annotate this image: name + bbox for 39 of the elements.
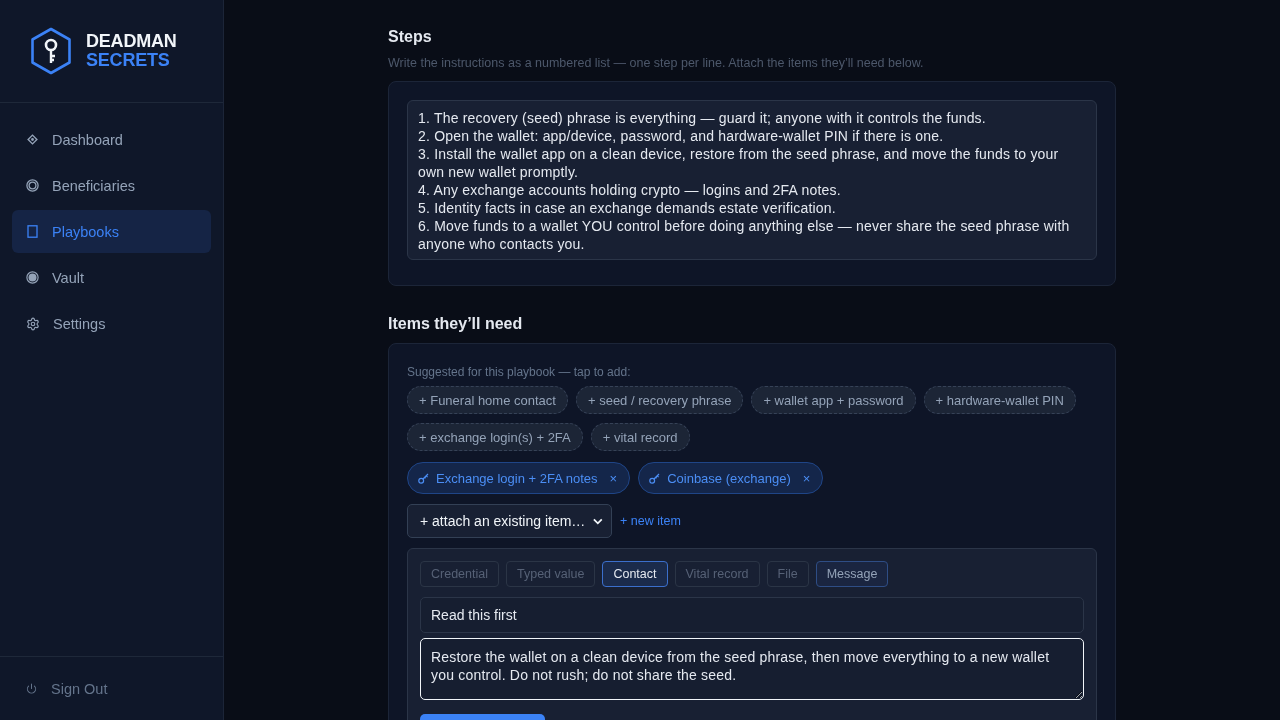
logo-text: SECRETS [86, 51, 171, 70]
key-icon [649, 472, 661, 484]
diamond-icon [26, 133, 39, 146]
chevron-down-icon [593, 517, 603, 525]
suggestion-chip[interactable]: + Funeral home contact [407, 386, 568, 414]
chip-label: Exchange login + 2FA notes [436, 470, 598, 486]
message-textarea[interactable]: Restore the wallet on a clean device from the seed phrase, then move everything to a new wallet you control. Do not rush; do not share the seed. [420, 638, 1084, 700]
section-title: Items they’ll need [388, 314, 524, 334]
title-input[interactable]: Read this first [420, 597, 1084, 633]
rings-icon [26, 179, 39, 192]
new-item-link[interactable]: + new item [620, 514, 681, 528]
steps-textarea[interactable]: 1. The recovery (seed) phrase is everything — guard it; anyone with it controls the funds. 2. Open the wallet: app/device, password, and hardware-wallet PIN if there is one. 3. Install the wallet app on a clean device, restore from the seed phrase, and move the funds to your own new wallet promptly. 4. Any exchange accounts holding crypto — logins and 2FA notes. 5. Identity facts in case an exchange demands estate verification. 6. Move funds to a wallet YOU control before doing anything else — never share the seed phrase with anyone who contacts you. [407, 100, 1097, 260]
chip-label: Coinbase (exchange) [667, 470, 791, 486]
settings-icon [26, 316, 40, 331]
suggestion-chip[interactable]: + wallet app + password [751, 386, 916, 414]
suggested-label: Suggested for this playbook — tap to add: [407, 364, 632, 380]
suggestion-chip[interactable]: + exchange login(s) + 2FA [407, 423, 583, 451]
logo-text: DEADMAN [86, 32, 177, 51]
remove-button[interactable]: × [800, 470, 813, 486]
section-hint: Write the instructions as a numbered list — one step per line. Attach the items they’ll need below. [388, 55, 925, 71]
nav-item[interactable]: Vault [12, 256, 211, 299]
key-icon [418, 472, 429, 484]
sign-out-link[interactable]: Sign Out [0, 656, 223, 720]
hexagon-key-logo [30, 27, 72, 75]
suggestion-chip[interactable]: + vital record [590, 423, 690, 451]
nav-item[interactable]: Settings [12, 302, 211, 345]
type-tab[interactable]: Message [815, 561, 889, 587]
filled-circle-icon [26, 271, 39, 284]
attach-item-select[interactable]: + attach an existing item… [407, 504, 612, 538]
section-title: Steps [388, 27, 433, 47]
rectangle-icon [26, 225, 39, 238]
nav-item[interactable]: Dashboard [12, 118, 211, 161]
suggestion-chip[interactable]: + seed / recovery phrase [575, 386, 744, 414]
nav-item[interactable]: Beneficiaries [12, 164, 211, 207]
remove-button[interactable]: × [607, 470, 620, 486]
suggestion-chip[interactable]: + hardware-wallet PIN [923, 386, 1076, 414]
nav-item[interactable]: Playbooks [12, 210, 211, 253]
type-tab[interactable]: Contact [602, 561, 668, 587]
power-icon [26, 683, 37, 694]
